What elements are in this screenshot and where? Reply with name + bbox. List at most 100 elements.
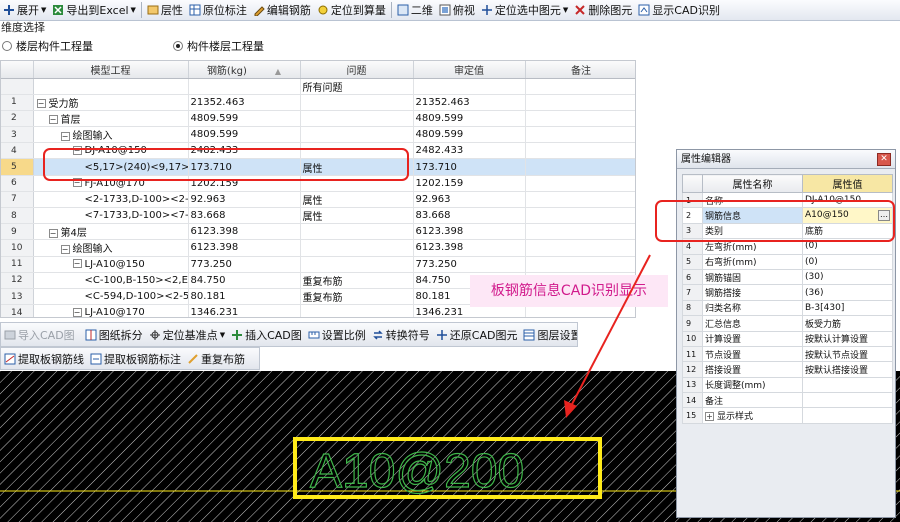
approved-cell[interactable]: 21352.463 <box>413 94 526 111</box>
model-cell[interactable]: − 首层 <box>33 110 189 128</box>
property-row[interactable]: 6 钢筋锚固 (30) <box>682 268 893 286</box>
steel-cell[interactable]: 92.963 <box>188 191 301 209</box>
table-row[interactable]: 3− 绘图输入 4809.599 4809.599 <box>1 126 635 144</box>
steel-cell[interactable]: 4809.599 <box>188 110 301 128</box>
table-row[interactable]: 8<7-1733,D-100><7-1783.668属性83.668 <box>1 207 635 225</box>
model-cell[interactable]: <7-1733,D-100><7-17 <box>33 207 189 225</box>
note-cell[interactable] <box>525 191 635 209</box>
issue-cell[interactable]: 重复布筋 <box>300 272 414 289</box>
issue-cell[interactable]: 属性 <box>300 207 414 225</box>
property-value[interactable]: 按默认计算设置 <box>802 330 893 347</box>
property-value[interactable] <box>802 376 893 394</box>
edit-rebar-button[interactable]: 编辑钢筋 <box>250 1 314 20</box>
tree-toggle-icon[interactable]: − <box>60 131 70 141</box>
issue-filter-select[interactable]: 所有问题 <box>300 78 414 95</box>
redo-rebar-button[interactable]: 重复布筋 <box>184 349 248 368</box>
property-row[interactable]: 8 归类名称 B-3[430] <box>682 299 893 317</box>
approved-cell[interactable]: 1202.159 <box>413 175 526 192</box>
property-row[interactable]: 11 节点设置 按默认节点设置 <box>682 345 893 363</box>
property-value[interactable] <box>802 392 893 409</box>
import-cad-button[interactable]: 导入CAD图 <box>1 325 78 344</box>
column-header-model[interactable]: 模型工程 <box>33 61 189 79</box>
2d-view-button[interactable]: 二维 <box>394 1 436 20</box>
steel-cell[interactable]: 83.668 <box>188 207 301 225</box>
property-row[interactable]: 13 长度调整(mm) <box>682 376 893 394</box>
property-value[interactable]: (30) <box>802 268 893 286</box>
note-cell[interactable] <box>525 158 635 176</box>
steel-cell[interactable]: 4809.599 <box>188 126 301 144</box>
approved-cell[interactable]: 83.668 <box>413 207 526 225</box>
column-header-approved[interactable]: 审定值 <box>413 61 526 79</box>
table-row[interactable]: 2− 首层 4809.599 4809.599 <box>1 110 635 128</box>
filter-cell[interactable] <box>413 78 526 95</box>
note-cell[interactable] <box>525 126 635 144</box>
tree-toggle-icon[interactable]: − <box>48 228 58 238</box>
approved-cell[interactable]: 4809.599 <box>413 126 526 144</box>
issue-cell[interactable] <box>300 94 414 111</box>
steel-cell[interactable]: 6123.398 <box>188 239 301 257</box>
property-value[interactable]: (36) <box>802 284 893 301</box>
table-row[interactable]: 9− 第4层 6123.398 6123.398 <box>1 223 635 241</box>
filter-cell[interactable] <box>33 78 189 95</box>
model-cell[interactable]: − LJ-A10@170 <box>33 304 189 317</box>
steel-cell[interactable]: 773.250 <box>188 256 301 273</box>
model-cell[interactable]: <2-1733,D-100><2-17 <box>33 191 189 209</box>
property-row[interactable]: 7 钢筋搭接 (36) <box>682 284 893 301</box>
steel-cell[interactable]: 1346.231 <box>188 304 301 317</box>
model-cell[interactable]: − 绘图输入 <box>33 239 189 257</box>
column-header-steel[interactable]: 钢筋(kg) ▲ <box>188 61 301 79</box>
extract-rebar-line-button[interactable]: 提取板钢筋线 <box>1 349 87 368</box>
model-cell[interactable]: − LJ-A10@150 <box>33 256 189 273</box>
steel-cell[interactable]: 6123.398 <box>188 223 301 241</box>
note-cell[interactable] <box>525 175 635 192</box>
approved-cell[interactable]: 173.710 <box>413 158 526 176</box>
convert-symbol-button[interactable]: 转换符号 <box>369 325 433 344</box>
tree-toggle-icon[interactable]: − <box>72 307 82 317</box>
approved-cell[interactable]: 2482.433 <box>413 142 526 160</box>
issue-cell[interactable] <box>300 256 414 273</box>
export-excel-button[interactable]: 导出到Excel ▼ <box>49 1 139 20</box>
property-value[interactable]: 板受力筋 <box>802 315 893 332</box>
property-value[interactable]: 按默认节点设置 <box>802 345 893 363</box>
set-scale-button[interactable]: 设置比例 <box>305 325 369 344</box>
issue-cell[interactable] <box>300 223 414 241</box>
note-cell[interactable] <box>525 207 635 225</box>
issue-cell[interactable] <box>300 239 414 257</box>
in-situ-label-button[interactable]: 原位标注 <box>186 1 250 20</box>
table-row[interactable]: 11− LJ-A10@150 773.250 773.250 <box>1 256 635 273</box>
extract-rebar-label-button[interactable]: 提取板钢筋标注 <box>87 349 184 368</box>
radio-floor-component[interactable]: 楼层构件工程量 <box>2 38 93 54</box>
column-header-issue[interactable]: 问题 <box>300 61 414 79</box>
model-cell[interactable]: <C-594,D-100><2-595 <box>33 288 189 306</box>
property-value[interactable]: (0) <box>802 253 893 270</box>
tree-toggle-icon[interactable]: − <box>48 115 58 125</box>
approved-cell[interactable]: 92.963 <box>413 191 526 209</box>
issue-cell[interactable] <box>300 126 414 144</box>
model-cell[interactable]: − 绘图输入 <box>33 126 189 144</box>
model-cell[interactable]: <C-100,B-150><2,E- <box>33 272 189 289</box>
delete-element-button[interactable]: 删除图元 <box>571 1 635 20</box>
issue-cell[interactable]: 重复布筋 <box>300 288 414 306</box>
tree-toggle-icon[interactable]: − <box>60 244 70 254</box>
approved-cell[interactable]: 6123.398 <box>413 223 526 241</box>
column-header-note[interactable]: 备注 <box>525 61 635 79</box>
note-cell[interactable] <box>525 223 635 241</box>
layer-button[interactable]: 层性 <box>144 1 186 20</box>
property-row[interactable]: 15 + 显示样式 <box>682 407 893 424</box>
restore-cad-button[interactable]: 还原CAD图元 <box>433 325 521 344</box>
note-cell[interactable] <box>525 94 635 111</box>
issue-cell[interactable] <box>300 110 414 128</box>
property-value[interactable]: 按默认搭接设置 <box>802 361 893 378</box>
property-row[interactable]: 12 搭接设置 按默认搭接设置 <box>682 361 893 378</box>
property-value[interactable] <box>802 407 893 424</box>
property-row[interactable]: 14 备注 <box>682 392 893 409</box>
property-row[interactable]: 10 计算设置 按默认计算设置 <box>682 330 893 347</box>
approved-cell[interactable]: 773.250 <box>413 256 526 273</box>
locate-selected-button[interactable]: 定位选中图元 ▼ <box>478 1 571 20</box>
expand-toggle-icon[interactable]: + <box>705 412 714 422</box>
property-row[interactable]: 5 右弯折(mm) (0) <box>682 253 893 270</box>
note-cell[interactable] <box>525 110 635 128</box>
filter-cell[interactable] <box>525 78 635 95</box>
table-row[interactable]: 7<2-1733,D-100><2-1792.963属性92.963 <box>1 191 635 209</box>
radio-component-floor[interactable]: 构件楼层工程量 <box>173 38 264 54</box>
